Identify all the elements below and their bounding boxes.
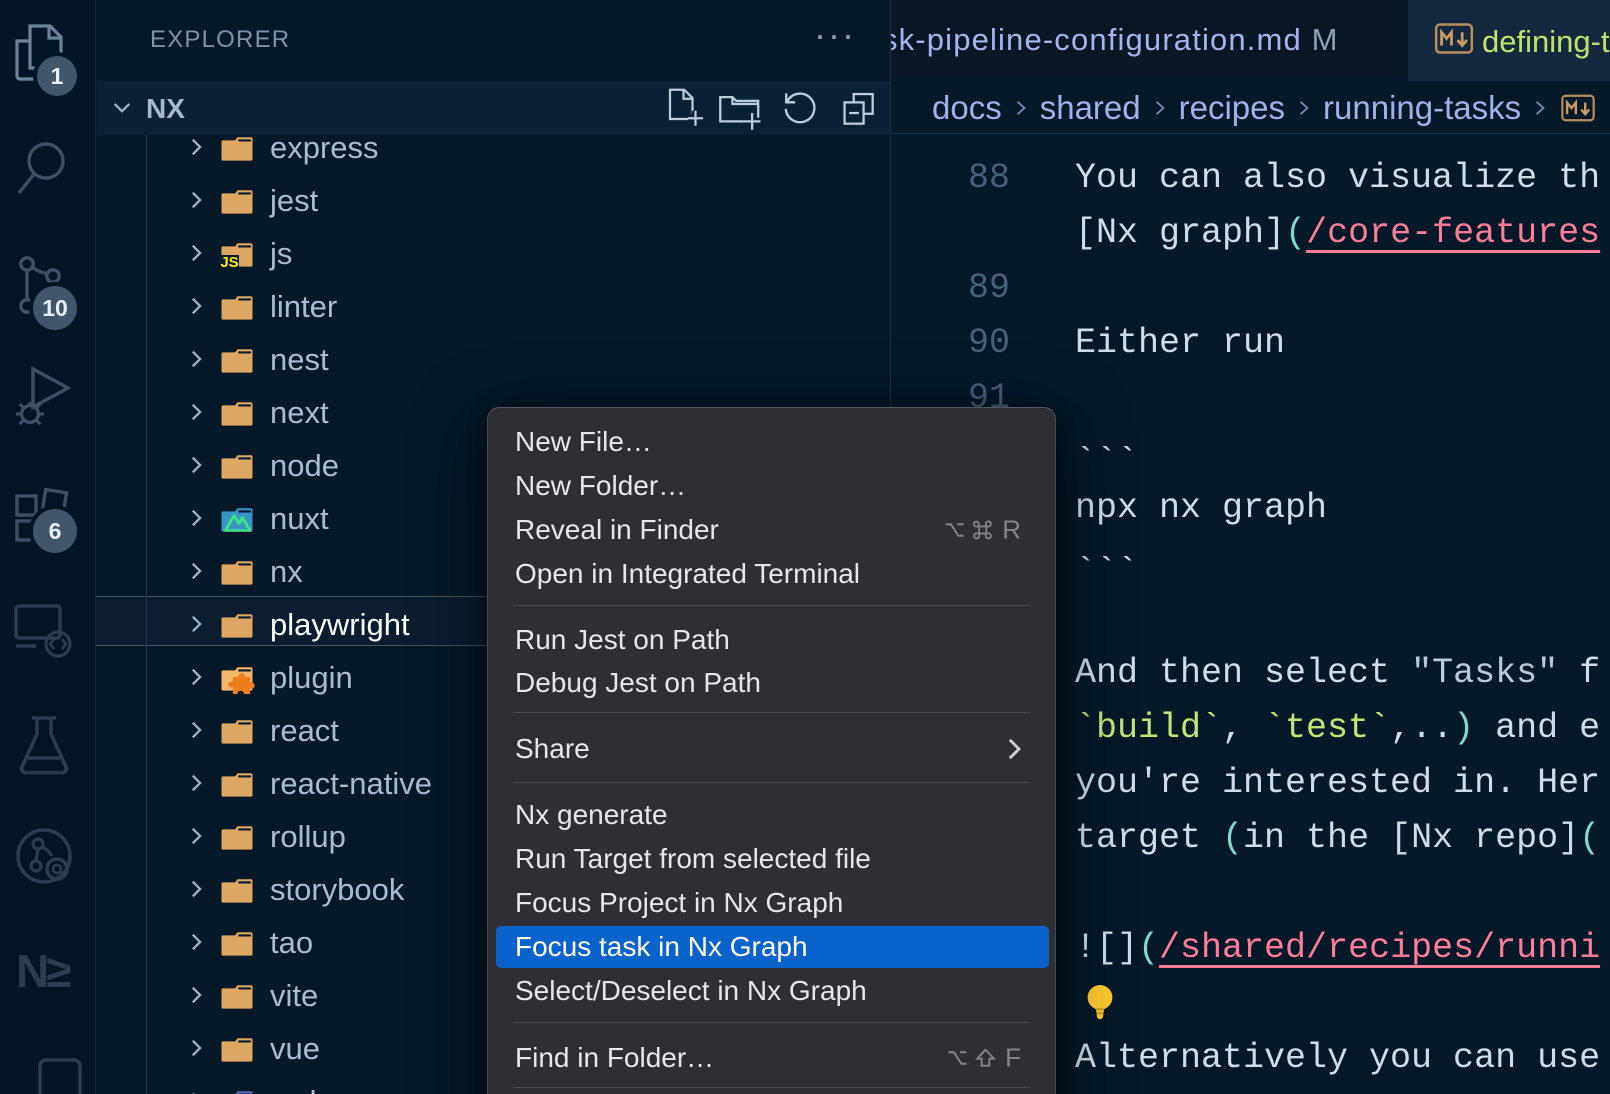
- svg-text:JS: JS: [220, 254, 238, 271]
